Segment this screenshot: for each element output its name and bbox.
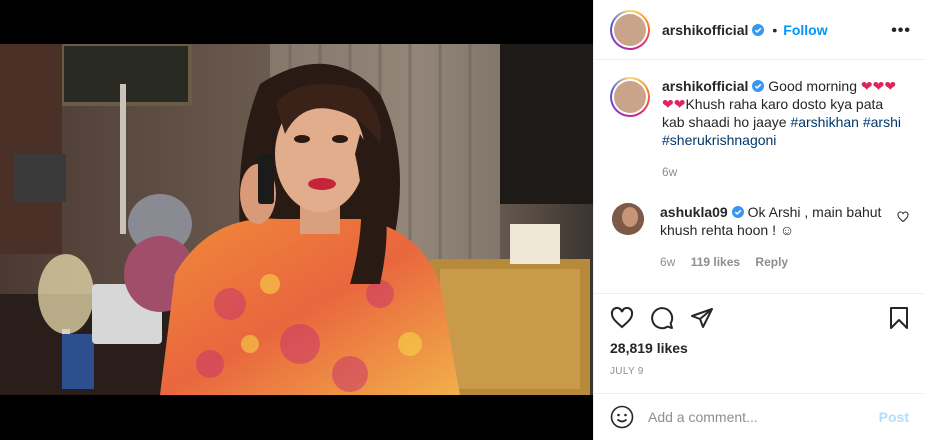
caption-body: arshikofficial Good morning ❤❤❤ ❤❤Khush … xyxy=(662,77,909,181)
caption-timestamp[interactable]: 6w xyxy=(662,165,677,179)
comment-reply-button[interactable]: Reply xyxy=(755,255,788,269)
post-caption: arshikofficial Good morning ❤❤❤ ❤❤Khush … xyxy=(610,77,909,181)
verified-badge-icon xyxy=(752,80,765,92)
heart-emoji: ❤❤ xyxy=(662,96,686,112)
caption-username[interactable]: arshikofficial xyxy=(662,78,748,94)
smiley-icon[interactable] xyxy=(610,405,634,429)
post-photo[interactable] xyxy=(0,44,593,395)
hashtag-link[interactable]: #arshi xyxy=(863,114,901,130)
heart-icon[interactable] xyxy=(610,306,634,330)
post-details-panel: arshikofficial • Follow ••• arshikoffici… xyxy=(593,0,925,440)
post-comment-button[interactable]: Post xyxy=(879,409,909,425)
post-actions-bar xyxy=(610,300,911,340)
post-header: arshikofficial • Follow ••• xyxy=(594,0,925,60)
separator-dot: • xyxy=(772,21,778,38)
author-username[interactable]: arshikofficial xyxy=(662,22,748,38)
bookmark-icon[interactable] xyxy=(887,306,911,330)
heart-emoji: ❤❤❤ xyxy=(860,78,897,94)
author-avatar[interactable] xyxy=(610,9,650,50)
post-likes-count[interactable]: 28,819 likes xyxy=(610,340,688,356)
post-photo-illustration xyxy=(0,44,593,395)
comment-item: ashukla09 Ok Arshi , main bahut khush re… xyxy=(610,203,909,271)
comment-heart-icon[interactable] xyxy=(897,211,909,223)
commenter-avatar[interactable] xyxy=(612,203,644,235)
caption-text: Good morning xyxy=(764,78,861,94)
commenter-username[interactable]: ashukla09 xyxy=(660,204,728,220)
comment-input[interactable]: Add a comment... xyxy=(648,409,879,425)
follow-button[interactable]: Follow xyxy=(783,22,827,38)
comments-section: arshikofficial Good morning ❤❤❤ ❤❤Khush … xyxy=(594,61,925,294)
verified-badge-icon xyxy=(752,23,765,36)
post-date[interactable]: JULY 9 xyxy=(610,366,644,377)
paper-plane-icon[interactable] xyxy=(690,306,714,330)
comment-composer: Add a comment... Post xyxy=(594,393,925,440)
comment-bubble-icon[interactable] xyxy=(650,306,674,330)
comment-likes-count[interactable]: 119 likes xyxy=(691,255,740,269)
verified-badge-icon xyxy=(731,206,744,218)
more-options-icon[interactable]: ••• xyxy=(891,22,911,40)
caption-author-avatar[interactable] xyxy=(610,77,650,117)
post-media[interactable] xyxy=(0,0,593,440)
comment-body: ashukla09 Ok Arshi , main bahut khush re… xyxy=(660,203,890,271)
hashtag-link[interactable]: #sherukrishnagoni xyxy=(662,132,776,148)
hashtag-link[interactable]: #arshikhan xyxy=(790,114,859,130)
comment-timestamp[interactable]: 6w xyxy=(660,255,675,269)
